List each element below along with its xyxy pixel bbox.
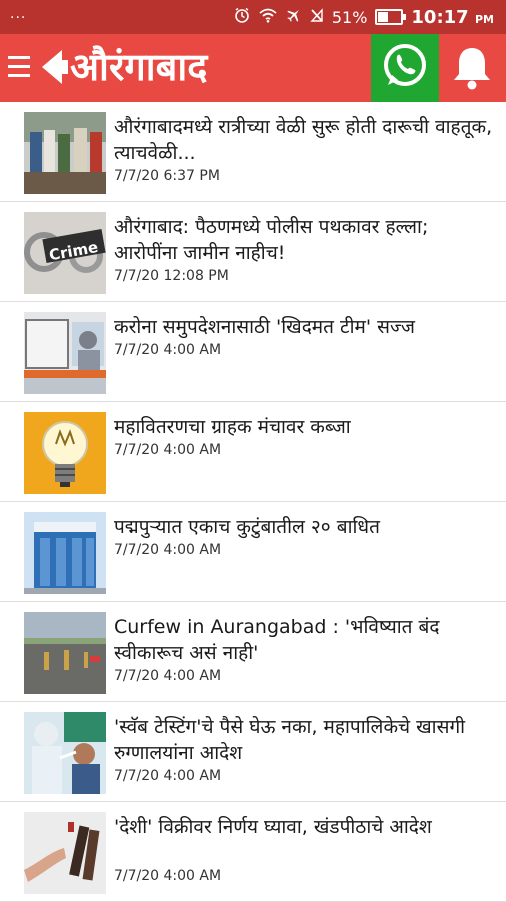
whatsapp-icon <box>379 40 431 96</box>
news-timestamp: 7/7/20 12:08 PM <box>114 268 229 284</box>
news-headline: महावितरणचा ग्राहक मंचावर कब्जा <box>114 416 351 438</box>
news-headline: करोना समुपदेशनासाठी 'खिदमत टीम' सज्ज <box>114 316 415 338</box>
news-item[interactable]: Crime औरंगाबाद: पैठणमध्ये पोलीस पथकावर ह… <box>0 202 506 302</box>
news-headline: Curfew in Aurangabad : 'भविष्यात बंद स्व… <box>114 616 440 664</box>
news-headline: पद्मपुऱ्यात एकाच कुटुंबातील २० बाधित <box>114 516 380 538</box>
news-thumbnail: Crime <box>24 212 106 294</box>
news-timestamp: 7/7/20 4:00 AM <box>114 542 222 558</box>
bell-icon[interactable] <box>451 44 493 96</box>
no-signal-icon <box>310 7 324 27</box>
news-headline: औरंगाबादमध्ये रात्रीच्या वेळी सुरू होती … <box>114 116 493 164</box>
news-item[interactable]: 'स्वॅब टेस्टिंग'चे पैसे घेऊ नका, महापालि… <box>0 702 506 802</box>
news-item[interactable]: महावितरणचा ग्राहक मंचावर कब्जा 7/7/20 4:… <box>0 402 506 502</box>
news-item[interactable]: औरंगाबादमध्ये रात्रीच्या वेळी सुरू होती … <box>0 102 506 202</box>
news-timestamp: 7/7/20 4:00 AM <box>114 342 222 358</box>
battery-percent: 51% <box>331 7 368 27</box>
news-timestamp: 7/7/20 4:00 AM <box>114 442 222 458</box>
wifi-icon <box>258 7 278 27</box>
news-thumbnail <box>24 412 106 494</box>
back-arrow-icon[interactable] <box>40 46 70 92</box>
whatsapp-button[interactable] <box>371 34 439 102</box>
news-item[interactable]: Curfew in Aurangabad : 'भविष्यात बंद स्व… <box>0 602 506 702</box>
news-thumbnail <box>24 112 106 194</box>
news-item[interactable]: पद्मपुऱ्यात एकाच कुटुंबातील २० बाधित 7/7… <box>0 502 506 602</box>
news-item[interactable]: 'देशी' विक्रीवर निर्णय घ्यावा, खंडपीठाचे… <box>0 802 506 902</box>
news-item[interactable]: करोना समुपदेशनासाठी 'खिदमत टीम' सज्ज 7/7… <box>0 302 506 402</box>
news-timestamp: 7/7/20 4:00 AM <box>114 868 222 884</box>
status-bar: ... 51% 10:17 PM <box>0 0 506 34</box>
battery-icon <box>375 9 407 25</box>
clock: 10:17 PM <box>411 6 494 28</box>
news-thumbnail <box>24 612 106 694</box>
news-thumbnail <box>24 712 106 794</box>
app-title: औरंगाबाद <box>70 45 208 89</box>
news-thumbnail <box>24 312 106 394</box>
news-headline: 'देशी' विक्रीवर निर्णय घ्यावा, खंडपीठाचे… <box>114 816 432 838</box>
news-headline: 'स्वॅब टेस्टिंग'चे पैसे घेऊ नका, महापालि… <box>114 716 466 764</box>
news-timestamp: 7/7/20 6:37 PM <box>114 168 220 184</box>
notification-dots: ... <box>10 6 27 22</box>
menu-icon[interactable] <box>8 56 30 78</box>
news-thumbnail <box>24 812 106 894</box>
news-timestamp: 7/7/20 4:00 AM <box>114 668 222 684</box>
news-timestamp: 7/7/20 4:00 AM <box>114 768 222 784</box>
news-thumbnail <box>24 512 106 594</box>
alarm-icon <box>234 7 250 27</box>
news-headline: औरंगाबाद: पैठणमध्ये पोलीस पथकावर हल्ला; … <box>114 216 429 264</box>
airplane-icon <box>286 7 302 27</box>
news-list: औरंगाबादमध्ये रात्रीच्या वेळी सुरू होती … <box>0 102 506 902</box>
